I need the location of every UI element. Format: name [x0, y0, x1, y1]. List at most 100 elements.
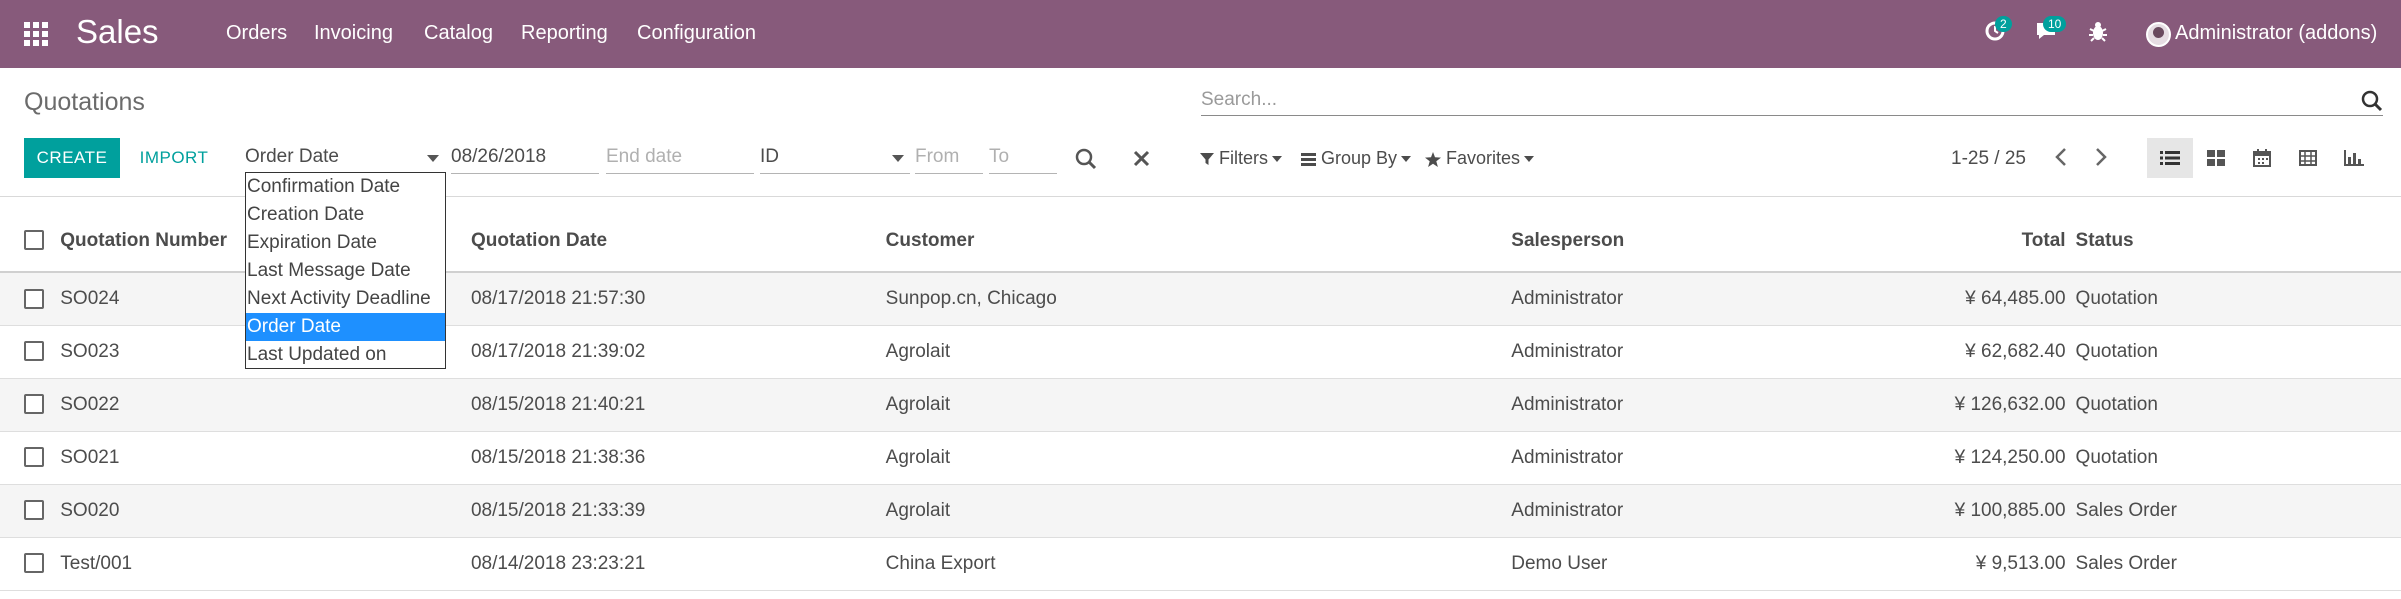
- id-field-value: ID: [760, 146, 779, 167]
- cell-number: SO022: [60, 378, 471, 432]
- breadcrumb: Quotations: [24, 88, 145, 116]
- cell-number: SO021: [60, 431, 471, 485]
- create-button[interactable]: CREATE: [24, 138, 120, 178]
- search-icon[interactable]: [2361, 90, 2383, 112]
- cell-salesperson: Demo User: [1511, 537, 1886, 591]
- row-checkbox-cell: [0, 484, 61, 538]
- app-brand[interactable]: Sales: [76, 13, 159, 51]
- table-row[interactable]: SO020 08/15/2018 21:33:39 Agrolait Administ…: [0, 484, 2401, 538]
- messages-badge: 10: [2043, 16, 2067, 32]
- apps-menu-icon[interactable]: [24, 22, 50, 46]
- menu-configuration[interactable]: Configuration: [637, 22, 756, 45]
- cell-status: Sales Order: [2065, 484, 2401, 538]
- apply-filter-search-icon[interactable]: [1075, 148, 1097, 176]
- row-checkbox-cell: [0, 272, 61, 326]
- row-checkbox-cell: [0, 431, 61, 485]
- date-field-value: Order Date: [245, 146, 339, 167]
- cell-date: 08/17/2018 21:57:30: [470, 272, 886, 326]
- chevron-down-icon: [427, 155, 439, 162]
- group-by-label: Group By: [1321, 148, 1398, 168]
- user-avatar[interactable]: [2146, 22, 2171, 47]
- cell-status: Quotation: [2065, 272, 2401, 326]
- group-by-dropdown[interactable]: Group By: [1301, 148, 1412, 169]
- import-button[interactable]: IMPORT: [132, 138, 216, 178]
- menu-reporting[interactable]: Reporting: [521, 22, 608, 45]
- cell-salesperson: Administrator: [1511, 484, 1886, 538]
- row-checkbox[interactable]: [24, 553, 44, 574]
- column-header-salesperson-spacer: Salesperson: [1511, 210, 1886, 273]
- user-menu[interactable]: Administrator (addons): [2175, 22, 2377, 45]
- cell-total: ¥ 124,250.00: [1885, 431, 2066, 485]
- filters-dropdown[interactable]: Filters: [1200, 148, 1283, 169]
- dropdown-option[interactable]: Next Activity Deadline: [246, 285, 445, 313]
- row-checkbox[interactable]: [24, 394, 44, 415]
- cell-total: ¥ 64,485.00: [1885, 272, 2066, 326]
- select-all-checkbox-cell: [0, 210, 61, 273]
- cell-total: ¥ 126,632.00: [1885, 378, 2066, 432]
- list-view-icon[interactable]: [2147, 138, 2193, 178]
- chevron-down-icon: [892, 155, 904, 162]
- search-input[interactable]: [1201, 86, 2341, 114]
- start-date-input[interactable]: 08/26/2018: [451, 144, 599, 174]
- table-row[interactable]: SO022 08/15/2018 21:40:21 Agrolait Administ…: [0, 378, 2401, 432]
- cell-status: Quotation: [2065, 378, 2401, 432]
- column-header-customer[interactable]: Customer: [885, 210, 1512, 273]
- pivot-view-icon[interactable]: [2285, 138, 2331, 178]
- id-field-select[interactable]: ID: [760, 144, 910, 174]
- dropdown-option[interactable]: Confirmation Date: [246, 173, 445, 201]
- cell-date: 08/14/2018 23:23:21: [470, 537, 886, 591]
- menu-orders[interactable]: Orders: [226, 22, 287, 45]
- cell-total: ¥ 100,885.00: [1885, 484, 2066, 538]
- dropdown-option[interactable]: Last Updated on: [246, 341, 445, 368]
- filter-funnel-icon: [1200, 153, 1214, 166]
- row-checkbox-cell: [0, 537, 61, 591]
- cell-customer: Agrolait: [885, 484, 1512, 538]
- column-header-total[interactable]: Total: [1885, 210, 2066, 273]
- end-date-input[interactable]: End date: [606, 144, 754, 174]
- debug-bug-icon[interactable]: [2088, 20, 2108, 48]
- favorites-label: Favorites: [1446, 148, 1521, 168]
- graph-view-icon[interactable]: [2331, 138, 2377, 178]
- menu-invoicing[interactable]: Invoicing: [314, 22, 393, 45]
- table-row[interactable]: Test/001 08/14/2018 23:23:21 China Export D…: [0, 537, 2401, 591]
- row-checkbox[interactable]: [24, 341, 44, 362]
- cell-total: ¥ 9,513.00: [1885, 537, 2066, 591]
- cell-customer: Agrolait: [885, 431, 1512, 485]
- end-date-placeholder: End date: [606, 146, 683, 167]
- cell-date: 08/15/2018 21:40:21: [470, 378, 886, 432]
- cell-date: 08/17/2018 21:39:02: [470, 325, 886, 379]
- dropdown-option[interactable]: Creation Date: [246, 201, 445, 229]
- id-from-input[interactable]: From: [915, 144, 983, 174]
- menu-catalog[interactable]: Catalog: [424, 22, 493, 45]
- cell-date: 08/15/2018 21:33:39: [470, 484, 886, 538]
- dropdown-option-selected[interactable]: Order Date: [246, 313, 445, 341]
- dropdown-option[interactable]: Last Message Date: [246, 257, 445, 285]
- column-header-date[interactable]: Quotation Date: [470, 210, 886, 273]
- filters-label: Filters: [1219, 148, 1269, 168]
- dropdown-option[interactable]: Expiration Date: [246, 229, 445, 257]
- start-date-value: 08/26/2018: [451, 146, 547, 167]
- date-field-select[interactable]: Order Date: [245, 144, 445, 174]
- select-all-checkbox[interactable]: [24, 230, 44, 251]
- column-header-status[interactable]: Status: [2065, 210, 2401, 273]
- date-field-dropdown: Confirmation Date Creation Date Expirati…: [245, 172, 446, 369]
- id-to-input[interactable]: To: [989, 144, 1057, 174]
- cell-number: SO020: [60, 484, 471, 538]
- row-checkbox[interactable]: [24, 500, 44, 521]
- row-checkbox[interactable]: [24, 447, 44, 468]
- cell-total: ¥ 62,682.40: [1885, 325, 2066, 379]
- clear-filter-close-icon[interactable]: [1133, 150, 1150, 173]
- table-row[interactable]: SO021 08/15/2018 21:38:36 Agrolait Administ…: [0, 431, 2401, 485]
- pager-value[interactable]: 1-25 / 25: [1951, 148, 2026, 170]
- star-icon: [1425, 151, 1441, 167]
- cell-number: Test/001: [60, 537, 471, 591]
- cell-salesperson: Administrator: [1511, 325, 1886, 379]
- cell-date: 08/15/2018 21:38:36: [470, 431, 886, 485]
- kanban-view-icon[interactable]: [2193, 138, 2239, 178]
- favorites-dropdown[interactable]: Favorites: [1425, 148, 1535, 169]
- pager-previous-icon[interactable]: [2054, 147, 2068, 173]
- id-from-placeholder: From: [915, 146, 960, 167]
- pager-next-icon[interactable]: [2094, 147, 2108, 173]
- row-checkbox[interactable]: [24, 288, 44, 309]
- calendar-view-icon[interactable]: [2239, 138, 2285, 178]
